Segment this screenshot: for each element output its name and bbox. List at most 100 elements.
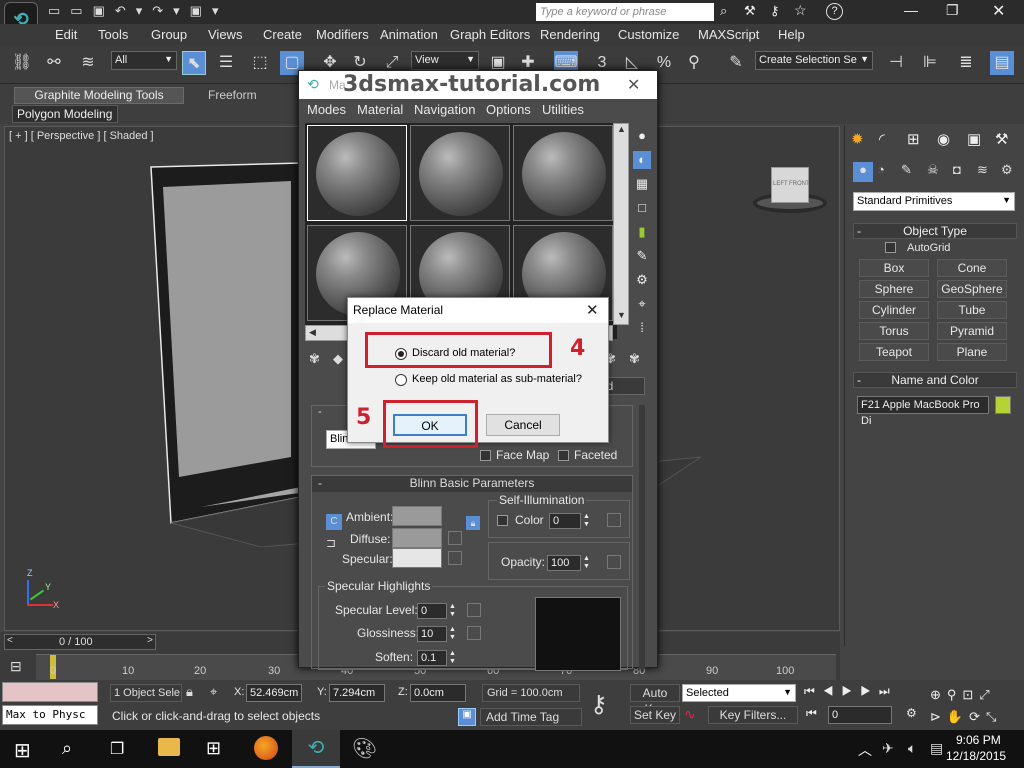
unlock-color-icon[interactable]: ⊐ <box>326 536 336 550</box>
name-and-color-rollout[interactable]: - Name and Color <box>853 372 1017 388</box>
systems-icon[interactable]: ⚙ <box>1001 162 1013 178</box>
maximize-icon[interactable]: ❐ <box>946 2 959 19</box>
clock-time[interactable]: 9:06 PM <box>956 733 1001 747</box>
object-name-field[interactable]: F21 Apple MacBook Pro Di <box>857 396 989 427</box>
spinner-snap-icon[interactable]: ⚲ <box>682 51 706 75</box>
menu-tools[interactable]: Tools <box>98 27 128 42</box>
favorite-star-icon[interactable]: ☆ <box>794 2 807 19</box>
tab-freeform[interactable]: Freeform <box>208 88 257 102</box>
polygon-modeling-panel[interactable]: Polygon Modeling <box>12 105 118 123</box>
pyramid-button[interactable]: Pyramid <box>937 322 1007 340</box>
store-icon[interactable]: ⊞ <box>206 738 221 759</box>
cancel-button[interactable]: Cancel <box>486 414 560 436</box>
opacity-spinner[interactable]: ▲ ▼ <box>583 555 590 571</box>
create-tab-icon[interactable]: ✹ <box>851 130 864 148</box>
key-tangent-icon[interactable]: ∿ <box>684 706 696 723</box>
keep-old-material-label[interactable]: Keep old material as sub-material? <box>412 373 582 385</box>
teapot-button[interactable]: Teapot <box>859 343 929 361</box>
glossiness-spinner[interactable]: ▲ ▼ <box>449 626 456 642</box>
select-by-name-icon[interactable]: ☰ <box>214 51 238 75</box>
current-frame-field[interactable]: 0 <box>828 706 892 724</box>
menu-customize[interactable]: Customize <box>618 27 679 42</box>
faceted-checkbox[interactable] <box>558 450 569 461</box>
search-icon[interactable]: ⌕ <box>720 3 727 19</box>
select-object-icon[interactable]: ⬉ <box>182 51 206 75</box>
paint-icon[interactable]: 🎨︎ <box>352 736 377 761</box>
make-preview-icon[interactable]: ✎ <box>633 247 651 265</box>
keep-old-material-radio[interactable] <box>395 374 407 386</box>
y-coordinate-field[interactable]: 7.294cm <box>329 684 385 702</box>
autogrid-checkbox[interactable] <box>885 242 896 253</box>
backlight-icon[interactable]: ◐ <box>633 151 651 169</box>
minimize-icon[interactable]: — <box>904 2 918 18</box>
file-explorer-icon[interactable] <box>158 738 180 756</box>
soften-spinner[interactable]: ▲ ▼ <box>449 650 456 666</box>
add-time-tag-icon[interactable]: ▣ <box>458 708 476 726</box>
menu-graph-editors[interactable]: Graph Editors <box>450 27 530 42</box>
selection-filter-dropdown[interactable]: All ▼ <box>111 51 177 70</box>
lock-ambient-diffuse-icon[interactable]: 🔒︎ <box>466 516 480 530</box>
medit-menu-options[interactable]: Options <box>486 102 531 117</box>
ribbon-toggle-icon[interactable]: ▤ <box>990 51 1014 75</box>
layer-manager-icon[interactable]: ≣ <box>954 51 978 75</box>
key-filters-button[interactable]: Key Filters... <box>708 706 798 724</box>
menu-edit[interactable]: Edit <box>55 27 77 42</box>
sample-slot[interactable] <box>410 125 510 221</box>
select-by-material-icon[interactable]: ⌖ <box>633 295 651 313</box>
torus-button[interactable]: Torus <box>859 322 929 340</box>
get-material-icon[interactable]: ✾ <box>309 351 320 367</box>
viewcube-left-face[interactable]: LEFT <box>773 181 788 187</box>
utilities-tab-icon[interactable]: ⚒ <box>995 130 1008 148</box>
dialog-close-icon[interactable]: ✕ <box>586 298 599 323</box>
key-icon[interactable]: ⚷ <box>770 3 780 19</box>
specular-level-map-button[interactable] <box>467 603 481 617</box>
primitive-type-dropdown[interactable]: Standard Primitives ▼ <box>853 192 1015 211</box>
menu-rendering[interactable]: Rendering <box>540 27 600 42</box>
display-tab-icon[interactable]: ▣ <box>967 130 981 148</box>
motion-tab-icon[interactable]: ◉ <box>937 130 950 148</box>
key-mode-icon[interactable]: ⏮ <box>806 706 817 721</box>
menu-group[interactable]: Group <box>151 27 187 42</box>
rect-selection-icon[interactable]: ⬚ <box>248 51 272 75</box>
edit-named-selection-icon[interactable]: ✎ <box>724 51 748 75</box>
glossiness-map-button[interactable] <box>467 626 481 640</box>
object-type-rollout[interactable]: - Object Type <box>853 223 1017 239</box>
network-icon[interactable]: ✈ <box>882 740 894 757</box>
z-coordinate-field[interactable]: 0.0cm <box>410 684 466 702</box>
viewport-label[interactable]: [ + ] [ Perspective ] [ Shaded ] <box>9 130 154 142</box>
plane-button[interactable]: Plane <box>937 343 1007 361</box>
sample-type-icon[interactable]: ● <box>633 127 651 145</box>
menu-animation[interactable]: Animation <box>380 27 438 42</box>
menu-maxscript[interactable]: MAXScript <box>698 27 759 42</box>
specular-color-swatch[interactable] <box>392 548 442 568</box>
3dsmax-taskbar-icon[interactable]: ⟲ <box>292 730 340 768</box>
reference-coord-dropdown[interactable]: View ▼ <box>411 51 479 70</box>
spacewarps-icon[interactable]: ≋ <box>977 162 988 178</box>
next-frame-icon[interactable]: > <box>147 635 153 646</box>
maxscript-mini-listener[interactable]: Max to Physc <box>2 705 98 725</box>
face-map-checkbox[interactable] <box>480 450 491 461</box>
x-coordinate-field[interactable]: 52.469cm <box>246 684 302 702</box>
self-illum-spinner[interactable]: ▲ ▼ <box>583 513 590 529</box>
helpers-icon[interactable]: ◘ <box>953 162 961 177</box>
rollout-scrollbar[interactable] <box>639 405 645 669</box>
absolute-mode-icon[interactable]: ⌖ <box>210 684 217 700</box>
menu-modifiers[interactable]: Modifiers <box>316 27 369 42</box>
menu-views[interactable]: Views <box>208 27 242 42</box>
task-view-icon[interactable]: ❐ <box>110 739 124 759</box>
bind-space-warp-icon[interactable]: ≋ <box>76 51 100 75</box>
set-key-large-icon[interactable]: ⚷ <box>590 690 608 719</box>
self-illum-map-button[interactable] <box>607 513 621 527</box>
align-icon[interactable]: ⊫ <box>918 51 942 75</box>
link-icon[interactable]: ⛓ <box>10 51 34 75</box>
tube-button[interactable]: Tube <box>937 301 1007 319</box>
put-to-scene-icon[interactable]: ◆ <box>333 351 343 367</box>
named-selection-dropdown[interactable]: Create Selection Se ▼ <box>755 51 873 70</box>
specular-level-field[interactable]: 0 <box>417 603 447 619</box>
specular-level-spinner[interactable]: ▲ ▼ <box>449 603 456 619</box>
show-end-result-icon[interactable]: ✾ <box>629 351 640 367</box>
hierarchy-tab-icon[interactable]: ⊞ <box>907 130 920 148</box>
medit-menu-utilities[interactable]: Utilities <box>542 102 584 117</box>
firefox-icon[interactable] <box>254 736 278 760</box>
unlink-icon[interactable]: ⚯ <box>42 51 66 75</box>
